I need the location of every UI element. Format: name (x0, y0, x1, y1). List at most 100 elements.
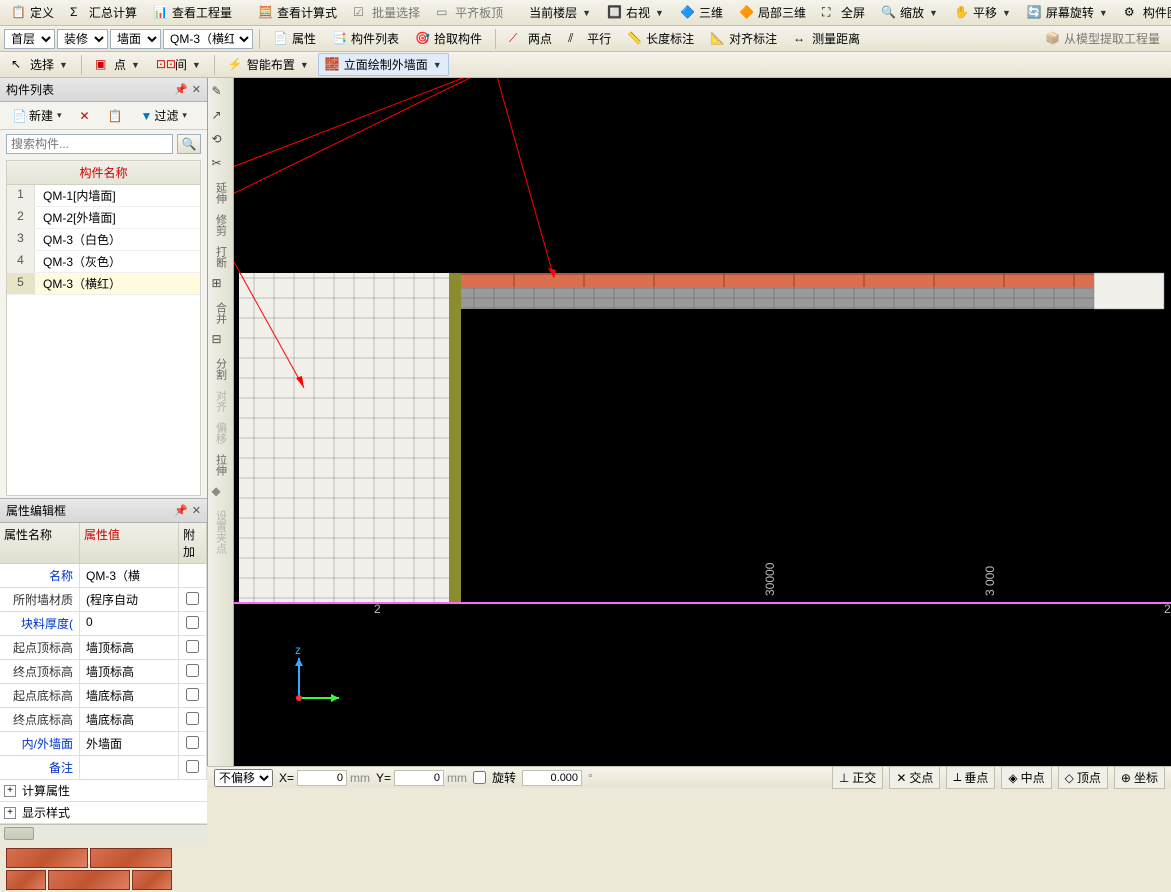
screen-rotate-button[interactable]: 🔄屏幕旋转▼ (1020, 1, 1115, 24)
point-tool-button[interactable]: ▣点▼ (88, 53, 147, 76)
props-button[interactable]: 📄属性 (266, 27, 323, 50)
cur-floor-dropdown[interactable]: 当前楼层▼ (522, 1, 598, 24)
prop-check[interactable] (179, 612, 207, 636)
meas-dist-button[interactable]: ↔测量距离 (786, 27, 867, 50)
prop-value[interactable]: 墙底标高 (80, 684, 179, 708)
vtool-split[interactable]: 分割 (213, 358, 229, 380)
prop-check[interactable] (179, 564, 207, 588)
prop-panel-header: 属性编辑框 📌 ✕ (0, 499, 207, 523)
rotate-check[interactable] (473, 771, 486, 784)
vtool-trim[interactable]: 修剪 (213, 214, 229, 236)
list-item[interactable]: 2QM-2[外墙面] (7, 207, 200, 229)
sum-calc-button[interactable]: Σ汇总计算 (63, 1, 144, 24)
disp-style-expand[interactable]: +显示样式 (0, 802, 207, 824)
vtool-align[interactable]: 对齐 (213, 390, 229, 412)
elev-draw-button[interactable]: 🧱立面绘制外墙面▼ (318, 53, 449, 76)
vtool-icon[interactable]: ✎ (212, 84, 230, 102)
flat-slab-button[interactable]: ▭平齐板顶 (429, 1, 510, 24)
filter-button[interactable]: ▼过滤▾ (135, 105, 193, 126)
zoom-button[interactable]: 🔍缩放▼ (874, 1, 945, 24)
perp-toggle[interactable]: ⟂垂点 (946, 766, 995, 789)
x-input[interactable] (297, 770, 347, 786)
ortho-toggle[interactable]: ⊥正交 (832, 766, 883, 789)
pan-button[interactable]: ✋平移▼ (947, 1, 1018, 24)
prop-value[interactable]: 墙底标高 (80, 708, 179, 732)
vtool-stretch[interactable]: 拉伸 (213, 454, 229, 476)
align-dim-button[interactable]: 📐对齐标注 (703, 27, 784, 50)
fullscreen-button[interactable]: ⛶全屏 (815, 1, 872, 24)
prop-value[interactable]: QM-3（横 (80, 564, 179, 588)
prop-scrollbar[interactable] (0, 824, 207, 842)
calc-props-expand[interactable]: +计算属性 (0, 780, 207, 802)
new-button[interactable]: 📄新建▾ (6, 105, 68, 126)
view-formula-button[interactable]: 🧮查看计算式 (251, 1, 344, 24)
prop-value[interactable] (80, 756, 179, 780)
vtool-icon[interactable]: ⟲ (212, 132, 230, 150)
vtool-icon[interactable]: ⊞ (212, 276, 230, 294)
vtool-clamp[interactable]: 设置夹点 (213, 510, 229, 554)
pin-icon[interactable]: 📌 (174, 504, 188, 517)
floor-select[interactable]: 首层 (4, 29, 55, 49)
prop-value[interactable]: 外墙面 (80, 732, 179, 756)
prop-value[interactable]: 墙顶标高 (80, 660, 179, 684)
list-item[interactable]: 3QM-3（白色） (7, 229, 200, 251)
close-icon[interactable]: ✕ (192, 504, 201, 517)
coord-toggle[interactable]: ⊕坐标 (1114, 766, 1165, 789)
list-item-selected[interactable]: 5QM-3（横红） (7, 273, 200, 295)
view-qty-button[interactable]: 📊查看工程量 (146, 1, 239, 24)
vtool-icon[interactable]: ◆ (212, 484, 230, 502)
pin-icon[interactable]: 📌 (174, 83, 188, 96)
y-input[interactable] (394, 770, 444, 786)
offset-select[interactable]: 不偏移 (214, 769, 273, 787)
local-3d-button[interactable]: 🔶局部三维 (732, 1, 813, 24)
prop-check[interactable] (179, 588, 207, 612)
select-tool-button[interactable]: ↖选择▼ (4, 53, 75, 76)
close-icon[interactable]: ✕ (192, 83, 201, 96)
vtool-icon[interactable]: ✂ (212, 156, 230, 174)
pick-comp-button[interactable]: 🎯拾取构件 (408, 27, 489, 50)
vtool-break[interactable]: 打断 (213, 246, 229, 268)
two-pts-button[interactable]: ⟋两点 (502, 27, 559, 50)
right-view-button[interactable]: 🔲右视▼ (600, 1, 671, 24)
list-item[interactable]: 1QM-1[内墙面] (7, 185, 200, 207)
delete-button[interactable]: ✕ (74, 107, 96, 125)
3d-button[interactable]: 🔷三维 (673, 1, 730, 24)
mid-toggle[interactable]: ◈中点 (1001, 766, 1051, 789)
intersect-toggle[interactable]: ✕交点 (889, 766, 940, 789)
vtool-merge[interactable]: 合并 (213, 302, 229, 324)
define-button[interactable]: 📋定义 (4, 1, 61, 24)
vtool-extend[interactable]: 延伸 (213, 182, 229, 204)
prop-label: 名称 (0, 564, 80, 588)
search-button[interactable]: 🔍 (177, 134, 201, 154)
prop-check[interactable] (179, 684, 207, 708)
search-input[interactable] (6, 134, 173, 154)
copy-button[interactable]: 📋 (102, 107, 129, 125)
len-dim-button[interactable]: 📏长度标注 (620, 27, 701, 50)
prop-check[interactable] (179, 660, 207, 684)
prop-value[interactable]: 墙顶标高 (80, 636, 179, 660)
from-model-button[interactable]: 📦从模型提取工程量 (1038, 27, 1167, 50)
prop-check[interactable] (179, 708, 207, 732)
vtool-icon[interactable]: ⊟ (212, 332, 230, 350)
rotate-input[interactable] (522, 770, 582, 786)
prop-check[interactable] (179, 756, 207, 780)
display-settings-button[interactable]: ⚙构件图元显示设置 (1117, 1, 1171, 24)
vertex-toggle[interactable]: ◇顶点 (1058, 766, 1108, 789)
batch-select-button[interactable]: ☑批量选择 (346, 1, 427, 24)
prop-value[interactable]: 0 (80, 612, 179, 636)
prop-check[interactable] (179, 732, 207, 756)
prop-check[interactable] (179, 636, 207, 660)
viewport[interactable]: 30000 3 000 2 2 z (234, 78, 1171, 766)
between-tool-button[interactable]: ⊡⊡间▼ (149, 53, 208, 76)
smart-layout-button[interactable]: ⚡智能布置▼ (221, 53, 316, 76)
category-select[interactable]: 装修 (57, 29, 108, 49)
list-item[interactable]: 4QM-3（灰色） (7, 251, 200, 273)
parallel-button[interactable]: ⫽平行 (561, 27, 618, 50)
component-select[interactable]: QM-3（横红） (163, 29, 253, 49)
prop-value[interactable]: (程序自动 (80, 588, 179, 612)
axis-label: 2 (374, 602, 381, 616)
type-select[interactable]: 墙面 (110, 29, 161, 49)
vtool-icon[interactable]: ↗ (212, 108, 230, 126)
comp-list-button[interactable]: 📑构件列表 (325, 27, 406, 50)
vtool-offset[interactable]: 偏移 (213, 422, 229, 444)
